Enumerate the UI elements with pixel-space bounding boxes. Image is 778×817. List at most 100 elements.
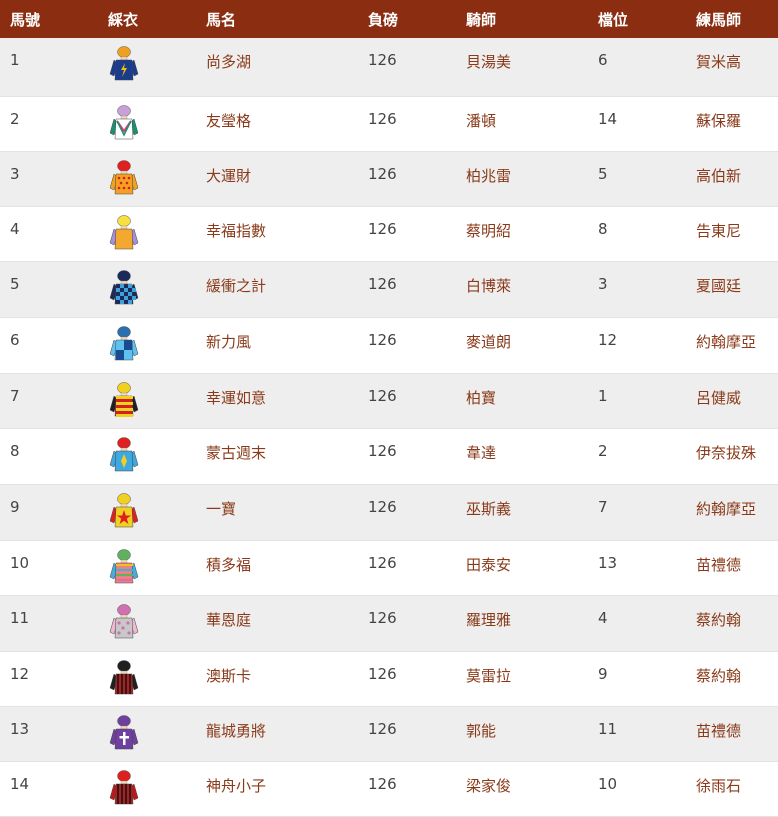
horse-name-cell[interactable]: 尚多湖 <box>196 38 358 96</box>
jockey-silks-icon <box>108 46 196 86</box>
jockey-cell[interactable]: 柏寶 <box>456 373 588 428</box>
horse-name-cell[interactable]: 華恩庭 <box>196 595 358 651</box>
draw-cell: 4 <box>598 608 608 627</box>
table-row[interactable]: 1 尚多湖 126 貝湯美 6 賀米高 <box>0 38 778 96</box>
horse-number-cell: 9 <box>10 497 20 516</box>
trainer-cell[interactable]: 伊奈拔殊 <box>686 428 778 484</box>
trainer-cell[interactable]: 呂健威 <box>686 373 778 428</box>
header-number[interactable]: 馬號 <box>0 0 98 38</box>
trainer-cell[interactable]: 夏國廷 <box>686 261 778 317</box>
silks-cell <box>98 317 196 373</box>
draw-cell: 10 <box>598 774 618 793</box>
table-row[interactable]: 2 友瑩格 126 潘頓 14 蘇保羅 <box>0 96 778 151</box>
header-jockey[interactable]: 騎師 <box>456 0 588 38</box>
jockey-cell[interactable]: 貝湯美 <box>456 38 588 96</box>
horse-name-cell[interactable]: 澳斯卡 <box>196 651 358 706</box>
jockey-cell[interactable]: 韋達 <box>456 428 588 484</box>
draw-cell: 1 <box>598 386 608 405</box>
jockey-silks-icon <box>108 381 196 422</box>
jockey-cell[interactable]: 莫雷拉 <box>456 651 588 706</box>
weight-cell: 126 <box>368 441 397 460</box>
silks-cell <box>98 651 196 706</box>
table-row[interactable]: 8 蒙古週末 126 韋達 2 伊奈拔殊 <box>0 428 778 484</box>
table-row[interactable]: 3 大運財 126 柏兆雷 5 高伯新 <box>0 151 778 206</box>
table-header: 馬號 綵衣 馬名 負磅 騎師 檔位 練馬師 <box>0 0 778 38</box>
trainer-cell[interactable]: 約翰摩亞 <box>686 484 778 540</box>
horse-name-cell[interactable]: 幸運如意 <box>196 373 358 428</box>
trainer-cell[interactable]: 高伯新 <box>686 151 778 206</box>
table-row[interactable]: 13 龍城勇將 126 郭能 11 苗禮德 <box>0 706 778 761</box>
jockey-cell[interactable]: 梁家俊 <box>456 761 588 816</box>
horse-name-cell[interactable]: 新力風 <box>196 317 358 373</box>
trainer-cell[interactable]: 蔡約翰 <box>686 651 778 706</box>
horse-name-cell[interactable]: 友瑩格 <box>196 96 358 151</box>
table-row[interactable]: 4 幸福指數 126 蔡明紹 8 告東尼 <box>0 206 778 261</box>
silks-cell <box>98 428 196 484</box>
header-trainer[interactable]: 練馬師 <box>686 0 778 38</box>
table-row[interactable]: 11 華恩庭 126 羅理雅 4 蔡約翰 <box>0 595 778 651</box>
horse-name-cell[interactable]: 積多福 <box>196 540 358 595</box>
header-weight[interactable]: 負磅 <box>358 0 456 38</box>
jockey-silks-icon <box>108 769 196 810</box>
weight-cell: 126 <box>368 330 397 349</box>
header-horse[interactable]: 馬名 <box>196 0 358 38</box>
weight-cell: 126 <box>368 553 397 572</box>
weight-cell: 126 <box>368 386 397 405</box>
weight-cell: 126 <box>368 51 397 69</box>
table-row[interactable]: 5 緩衝之計 126 白博萊 3 夏國廷 <box>0 261 778 317</box>
horse-name-cell[interactable]: 蒙古週末 <box>196 428 358 484</box>
table-row[interactable]: 9 一寶 126 巫斯義 7 約翰摩亞 <box>0 484 778 540</box>
jockey-cell[interactable]: 潘頓 <box>456 96 588 151</box>
horse-number-cell: 4 <box>10 219 20 238</box>
horse-number-cell: 14 <box>10 774 30 793</box>
trainer-cell[interactable]: 告東尼 <box>686 206 778 261</box>
jockey-silks-icon <box>108 659 196 700</box>
table-row[interactable]: 6 新力風 126 麥道朗 12 約翰摩亞 <box>0 317 778 373</box>
jockey-silks-icon <box>108 714 196 755</box>
horse-name-cell[interactable]: 幸福指數 <box>196 206 358 261</box>
header-silks[interactable]: 綵衣 <box>98 0 196 38</box>
jockey-cell[interactable]: 柏兆雷 <box>456 151 588 206</box>
weight-cell: 126 <box>368 109 397 128</box>
jockey-cell[interactable]: 蔡明紹 <box>456 206 588 261</box>
jockey-cell[interactable]: 白博萊 <box>456 261 588 317</box>
weight-cell: 126 <box>368 274 397 293</box>
silks-cell <box>98 706 196 761</box>
table-row[interactable]: 14 神舟小子 126 梁家俊 10 徐雨石 <box>0 761 778 816</box>
jockey-silks-icon <box>108 159 196 200</box>
trainer-cell[interactable]: 蘇保羅 <box>686 96 778 151</box>
horse-number-cell: 2 <box>10 109 20 128</box>
silks-cell <box>98 540 196 595</box>
jockey-cell[interactable]: 郭能 <box>456 706 588 761</box>
jockey-cell[interactable]: 羅理雅 <box>456 595 588 651</box>
table-row[interactable]: 12 澳斯卡 126 莫雷拉 9 蔡約翰 <box>0 651 778 706</box>
jockey-silks-icon <box>108 104 196 145</box>
horse-name-cell[interactable]: 神舟小子 <box>196 761 358 816</box>
horse-name-cell[interactable]: 大運財 <box>196 151 358 206</box>
race-card-table: 馬號 綵衣 馬名 負磅 騎師 檔位 練馬師 1 尚多湖 126 貝湯美 6 賀米高 2 友瑩格… <box>0 0 778 817</box>
jockey-silks-icon <box>108 214 196 255</box>
jockey-cell[interactable]: 巫斯義 <box>456 484 588 540</box>
header-draw[interactable]: 檔位 <box>588 0 686 38</box>
jockey-cell[interactable]: 田泰安 <box>456 540 588 595</box>
trainer-cell[interactable]: 苗禮德 <box>686 540 778 595</box>
trainer-cell[interactable]: 賀米高 <box>686 38 778 96</box>
horse-number-cell: 3 <box>10 164 20 183</box>
horse-name-cell[interactable]: 緩衝之計 <box>196 261 358 317</box>
trainer-cell[interactable]: 蔡約翰 <box>686 595 778 651</box>
table-row[interactable]: 10 積多福 126 田泰安 13 苗禮德 <box>0 540 778 595</box>
draw-cell: 2 <box>598 441 608 460</box>
trainer-cell[interactable]: 徐雨石 <box>686 761 778 816</box>
trainer-cell[interactable]: 苗禮德 <box>686 706 778 761</box>
horse-number-cell: 1 <box>10 51 20 69</box>
horse-name-cell[interactable]: 一寶 <box>196 484 358 540</box>
horse-name-cell[interactable]: 龍城勇將 <box>196 706 358 761</box>
silks-cell <box>98 761 196 816</box>
weight-cell: 126 <box>368 664 397 683</box>
weight-cell: 126 <box>368 164 397 183</box>
horse-number-cell: 12 <box>10 664 30 683</box>
trainer-cell[interactable]: 約翰摩亞 <box>686 317 778 373</box>
silks-cell <box>98 206 196 261</box>
table-row[interactable]: 7 幸運如意 126 柏寶 1 呂健威 <box>0 373 778 428</box>
jockey-cell[interactable]: 麥道朗 <box>456 317 588 373</box>
